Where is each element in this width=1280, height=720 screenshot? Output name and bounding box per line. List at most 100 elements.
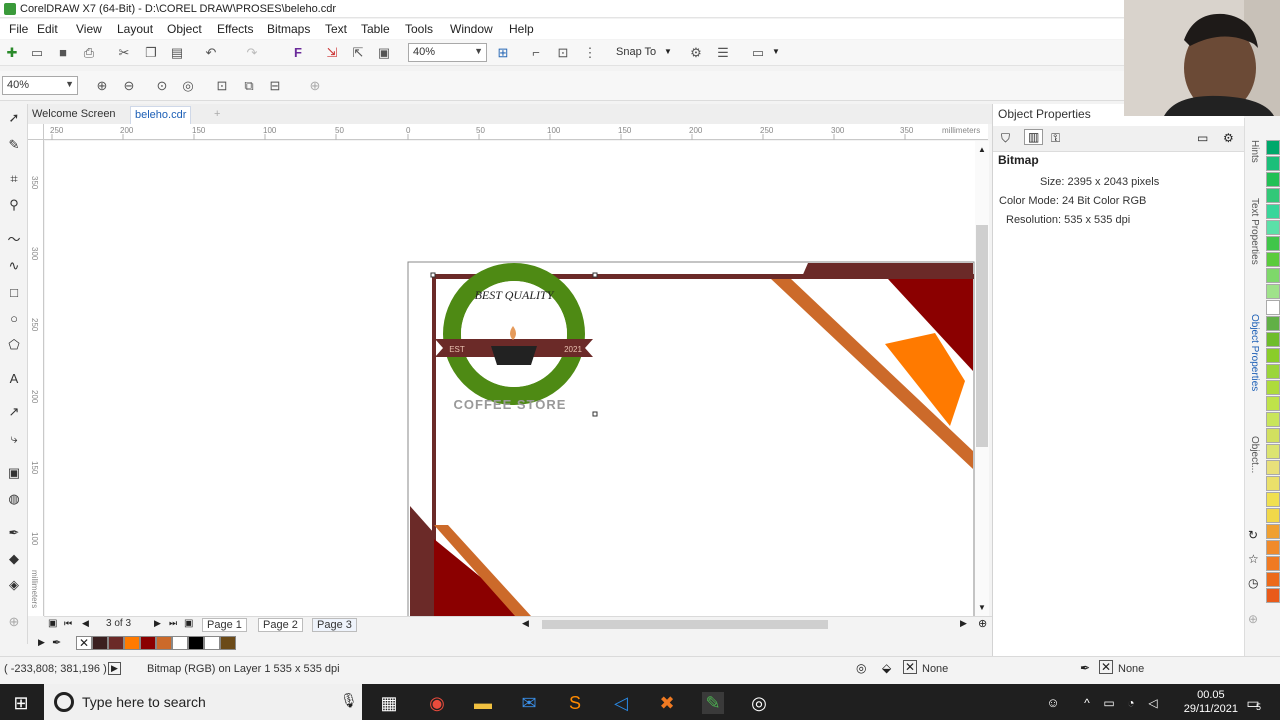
taskbar-search[interactable]: Type here to search 🎙 bbox=[44, 684, 362, 720]
redo-icon[interactable]: ↷ bbox=[244, 45, 260, 61]
color-swatch[interactable] bbox=[1266, 332, 1280, 347]
color-swatch[interactable] bbox=[1266, 172, 1280, 187]
outline-pen-icon[interactable]: ✒ bbox=[1080, 661, 1090, 675]
new-tab-button[interactable]: + bbox=[210, 106, 224, 124]
open-icon[interactable]: ▭ bbox=[29, 45, 45, 61]
color-swatch[interactable] bbox=[1266, 364, 1280, 379]
color-swatch[interactable] bbox=[1266, 188, 1280, 203]
docker-extra-icon[interactable]: ◷ bbox=[1248, 576, 1258, 590]
color-swatch[interactable] bbox=[1266, 396, 1280, 411]
snap-to-dropdown[interactable]: Snap To bbox=[616, 46, 656, 58]
menu-window[interactable]: Window bbox=[450, 22, 493, 36]
eyedropper-icon[interactable]: ✒ bbox=[52, 636, 61, 649]
tab-beleho[interactable]: beleho.cdr bbox=[130, 106, 192, 124]
pick-tool-icon[interactable]: ➚ bbox=[6, 110, 22, 126]
transparency-tool-icon[interactable]: ◍ bbox=[6, 491, 22, 507]
menu-object[interactable]: Object bbox=[167, 22, 202, 36]
color-swatch[interactable] bbox=[140, 636, 156, 650]
color-swatch[interactable] bbox=[1266, 220, 1280, 235]
color-swatch[interactable] bbox=[1266, 508, 1280, 523]
polygon-tool-icon[interactable]: ⬠ bbox=[6, 337, 22, 353]
color-swatch[interactable] bbox=[1266, 540, 1280, 555]
scroll-up-icon[interactable]: ▲ bbox=[978, 145, 986, 154]
color-swatch[interactable] bbox=[1266, 156, 1280, 171]
show-guidelines-icon[interactable]: ⋮ bbox=[582, 45, 598, 61]
zoom-level-combo[interactable]: 40% ▼ bbox=[408, 43, 487, 62]
fill-bucket-icon[interactable]: ⬙ bbox=[882, 661, 891, 675]
zoom-in-icon[interactable]: ⊕ bbox=[94, 78, 110, 94]
parallel-dimension-icon[interactable]: ↗ bbox=[6, 404, 22, 420]
color-swatch[interactable] bbox=[1266, 412, 1280, 427]
menu-table[interactable]: Table bbox=[361, 22, 390, 36]
color-swatch[interactable] bbox=[1266, 204, 1280, 219]
settings-icon[interactable]: ⚙ bbox=[1223, 131, 1234, 145]
color-swatch[interactable] bbox=[1266, 316, 1280, 331]
summary-icon[interactable]: ⚿ bbox=[1051, 131, 1060, 146]
color-swatch[interactable] bbox=[1266, 300, 1280, 315]
color-swatch[interactable] bbox=[108, 636, 124, 650]
docker-extra-icon[interactable]: ☆ bbox=[1248, 552, 1259, 566]
sublime-icon[interactable]: S bbox=[564, 692, 586, 714]
first-page-icon[interactable]: ⏮ bbox=[64, 618, 72, 629]
zoom-navigator-icon[interactable]: ⊕ bbox=[978, 617, 987, 630]
mail-icon[interactable]: ✉ bbox=[518, 692, 540, 714]
color-proof-icon[interactable]: ◎ bbox=[856, 661, 866, 675]
interactive-fill-icon[interactable]: ◆ bbox=[6, 551, 22, 567]
tab-page-3[interactable]: Page 3 bbox=[312, 618, 357, 632]
insert-page-icon[interactable]: ▣ bbox=[184, 618, 193, 629]
smart-fill-icon[interactable]: ◈ bbox=[6, 577, 22, 593]
color-swatch[interactable] bbox=[1266, 588, 1280, 603]
docker-tab-object-properties[interactable]: Object Properties bbox=[1249, 314, 1260, 391]
docker-tab-hints[interactable]: Hints bbox=[1249, 140, 1260, 163]
rectangle-tool-icon[interactable]: □ bbox=[6, 285, 22, 301]
scroll-right-icon[interactable]: ▶ bbox=[960, 618, 967, 629]
windows-start-icon[interactable]: ⊞ bbox=[10, 692, 32, 714]
color-swatch[interactable] bbox=[1266, 380, 1280, 395]
crop-tool-icon[interactable]: ⌗ bbox=[6, 171, 22, 187]
options-icon[interactable]: ⚙ bbox=[688, 45, 704, 61]
vertical-scrollbar[interactable]: ▲ ▼ bbox=[975, 141, 989, 616]
color-swatch[interactable] bbox=[1266, 268, 1280, 283]
battery-icon[interactable]: ▭ bbox=[1098, 692, 1120, 714]
people-icon[interactable]: ☺ bbox=[1042, 692, 1064, 714]
connector-tool-icon[interactable]: ⤷ bbox=[6, 431, 22, 447]
color-swatch[interactable] bbox=[92, 636, 108, 650]
docker-tab-object-manager[interactable]: Object... bbox=[1249, 436, 1260, 473]
obs-icon[interactable]: ◎ bbox=[748, 692, 770, 714]
color-swatch[interactable] bbox=[1266, 556, 1280, 571]
color-swatch[interactable] bbox=[156, 636, 172, 650]
filter-icon[interactable]: ⛉ bbox=[1001, 131, 1010, 146]
zoom-page-icon[interactable]: ⊡ bbox=[214, 78, 230, 94]
add-toolbar-icon[interactable]: ⊕ bbox=[307, 78, 323, 94]
color-swatch[interactable] bbox=[1266, 572, 1280, 587]
task-view-icon[interactable]: ▦ bbox=[378, 692, 400, 714]
drop-shadow-icon[interactable]: ▣ bbox=[6, 465, 22, 481]
vscode-icon[interactable]: ◁ bbox=[610, 692, 632, 714]
zoom-combo[interactable]: 40% ▼ bbox=[2, 76, 78, 95]
menu-effects[interactable]: Effects bbox=[217, 22, 253, 36]
microphone-icon[interactable]: 🎙 bbox=[340, 692, 358, 709]
menu-tools[interactable]: Tools bbox=[405, 22, 433, 36]
zoom-width-icon[interactable]: ⧉ bbox=[241, 78, 257, 94]
ellipse-tool-icon[interactable]: ○ bbox=[6, 311, 22, 327]
print-icon[interactable]: ⎙ bbox=[81, 45, 97, 61]
ruler-origin[interactable] bbox=[28, 124, 44, 140]
application-launcher-icon[interactable]: ☰ bbox=[715, 45, 731, 61]
add-docker-icon[interactable]: ⊕ bbox=[1248, 612, 1258, 626]
export-icon[interactable]: ⇱ bbox=[350, 45, 366, 61]
color-swatch[interactable] bbox=[124, 636, 140, 650]
next-page-icon[interactable]: ▶ bbox=[154, 618, 161, 629]
text-tool-icon[interactable]: A bbox=[6, 371, 22, 387]
search-content-icon[interactable]: F bbox=[290, 45, 306, 61]
color-swatch[interactable] bbox=[220, 636, 236, 650]
docker-tab-text-properties[interactable]: Text Properties bbox=[1249, 198, 1260, 265]
vertical-ruler[interactable]: 350 300 250 200 150 100 millimeters bbox=[28, 140, 44, 616]
color-swatch[interactable] bbox=[1266, 476, 1280, 491]
menu-layout[interactable]: Layout bbox=[117, 22, 153, 36]
horizontal-ruler[interactable]: 250 200 150 100 50 0 50 100 150 200 250 … bbox=[44, 124, 988, 140]
show-rulers-icon[interactable]: ⌐ bbox=[528, 45, 544, 61]
color-swatch[interactable] bbox=[1266, 284, 1280, 299]
view-mode-icon[interactable]: ▭ bbox=[750, 45, 766, 61]
no-color-swatch[interactable]: ✕ bbox=[76, 636, 92, 650]
tab-page-1[interactable]: Page 1 bbox=[202, 618, 247, 632]
